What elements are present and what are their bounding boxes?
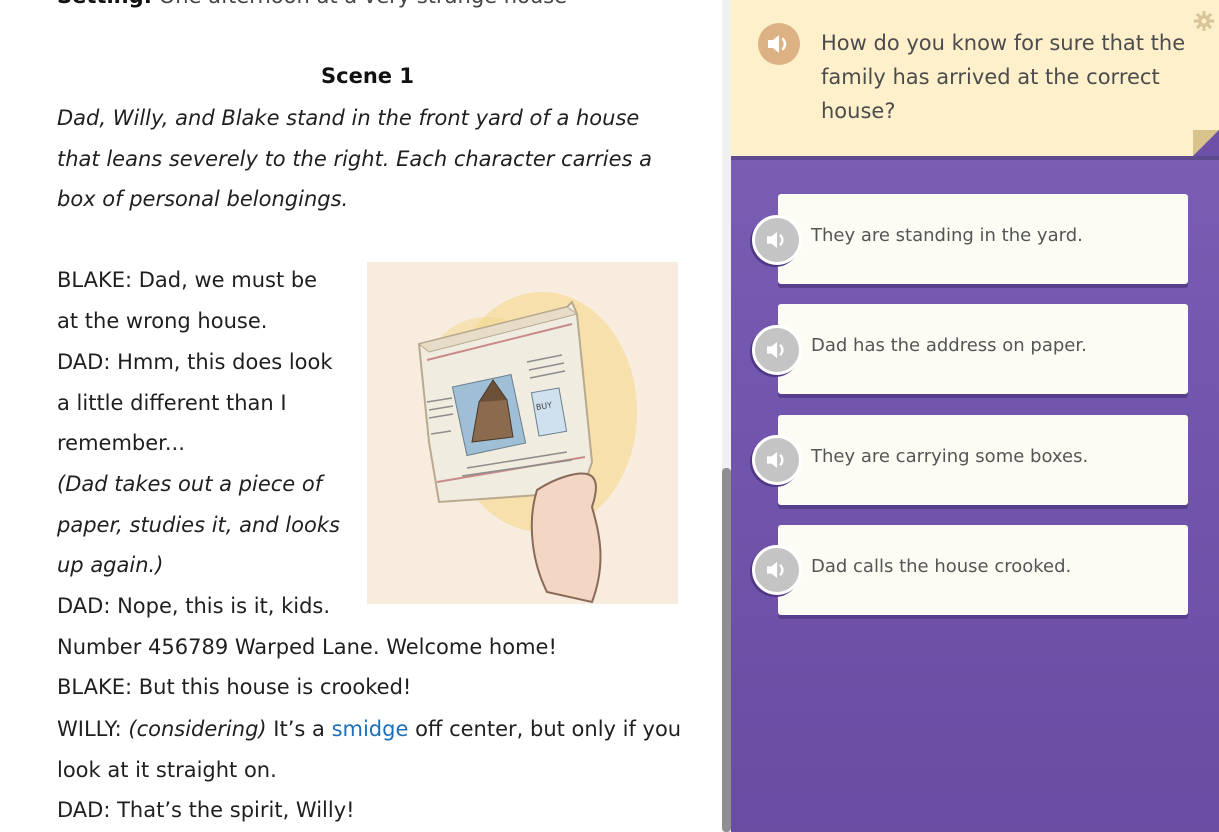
answer-label: They are carrying some boxes. bbox=[811, 446, 1089, 467]
willy-line: WILLY: (considering) It’s a smidge off c… bbox=[57, 717, 681, 741]
answer-label: Dad has the address on paper. bbox=[811, 335, 1087, 356]
speaker-icon bbox=[768, 35, 787, 53]
speaker-icon bbox=[767, 451, 784, 469]
script-line: at the wrong house. bbox=[57, 309, 268, 333]
script-line: look at it straight on. bbox=[57, 758, 277, 782]
speaker-icon bbox=[767, 341, 784, 359]
answer-4-audio-button[interactable] bbox=[752, 545, 802, 595]
speaker-icon bbox=[767, 231, 784, 249]
script-line: a little different than I bbox=[57, 391, 287, 415]
answer-label: Dad calls the house crooked. bbox=[811, 556, 1072, 577]
speaker-name: WILLY: bbox=[57, 717, 122, 741]
question-text: How do you know for sure that the family… bbox=[821, 31, 1186, 123]
script-line: DAD: That’s the spirit, Willy! bbox=[57, 798, 355, 822]
script-line: BLAKE: But this house is crooked! bbox=[57, 675, 412, 699]
speaker-icon bbox=[767, 561, 784, 579]
question-panel: How do you know for sure that the family… bbox=[731, 0, 1219, 832]
stage-direction-line: box of personal belongings. bbox=[57, 187, 349, 211]
script-line: paper, studies it, and looks bbox=[57, 513, 340, 537]
reading-passage: Setting: One afternoon at a very strange… bbox=[0, 0, 722, 832]
script-line: up again.) bbox=[57, 553, 164, 577]
script-line: Number 456789 Warped Lane. Welcome home! bbox=[57, 635, 557, 659]
scene-title: Scene 1 bbox=[321, 64, 414, 88]
page-fold-corner bbox=[1193, 130, 1219, 156]
script-line: (Dad takes out a piece of bbox=[57, 472, 323, 496]
answer-2-audio-button[interactable] bbox=[752, 325, 802, 375]
newspaper-drawing: BUY bbox=[417, 292, 637, 604]
script-line: remember... bbox=[57, 431, 185, 455]
answer-option-1[interactable]: They are standing in the yard. bbox=[778, 194, 1188, 284]
settings-button[interactable] bbox=[1193, 10, 1215, 32]
answer-label: They are standing in the yard. bbox=[811, 225, 1083, 246]
setting-label: Setting: bbox=[57, 0, 152, 8]
script-line: DAD: Nope, this is it, kids. bbox=[57, 594, 331, 618]
script-line: DAD: Hmm, this does look bbox=[57, 350, 333, 374]
script-line: BLAKE: Dad, we must be bbox=[57, 268, 318, 292]
answer-option-2[interactable]: Dad has the address on paper. bbox=[778, 304, 1188, 394]
setting-text: One afternoon at a very strange house bbox=[159, 0, 567, 8]
gear-icon bbox=[1194, 11, 1214, 31]
answer-option-4[interactable]: Dad calls the house crooked. bbox=[778, 525, 1188, 615]
answer-3-audio-button[interactable] bbox=[752, 435, 802, 485]
answer-1-audio-button[interactable] bbox=[752, 215, 802, 265]
question-audio-button[interactable] bbox=[758, 23, 800, 65]
scrollbar-thumb[interactable] bbox=[722, 468, 731, 832]
newspaper-illustration: BUY bbox=[367, 262, 678, 604]
stage-direction-line: that leans severely to the right. Each c… bbox=[57, 147, 652, 171]
aside-text: (considering) bbox=[128, 717, 267, 741]
setting-line: Setting: One afternoon at a very strange… bbox=[57, 0, 567, 8]
answer-option-3[interactable]: They are carrying some boxes. bbox=[778, 415, 1188, 505]
question-card: How do you know for sure that the family… bbox=[731, 0, 1219, 156]
line-text: It’s a bbox=[273, 717, 325, 741]
stage-direction-line: Dad, Willy, and Blake stand in the front… bbox=[57, 106, 640, 130]
glossary-link-smidge[interactable]: smidge bbox=[332, 717, 409, 741]
line-text: off center, but only if you bbox=[415, 717, 682, 741]
